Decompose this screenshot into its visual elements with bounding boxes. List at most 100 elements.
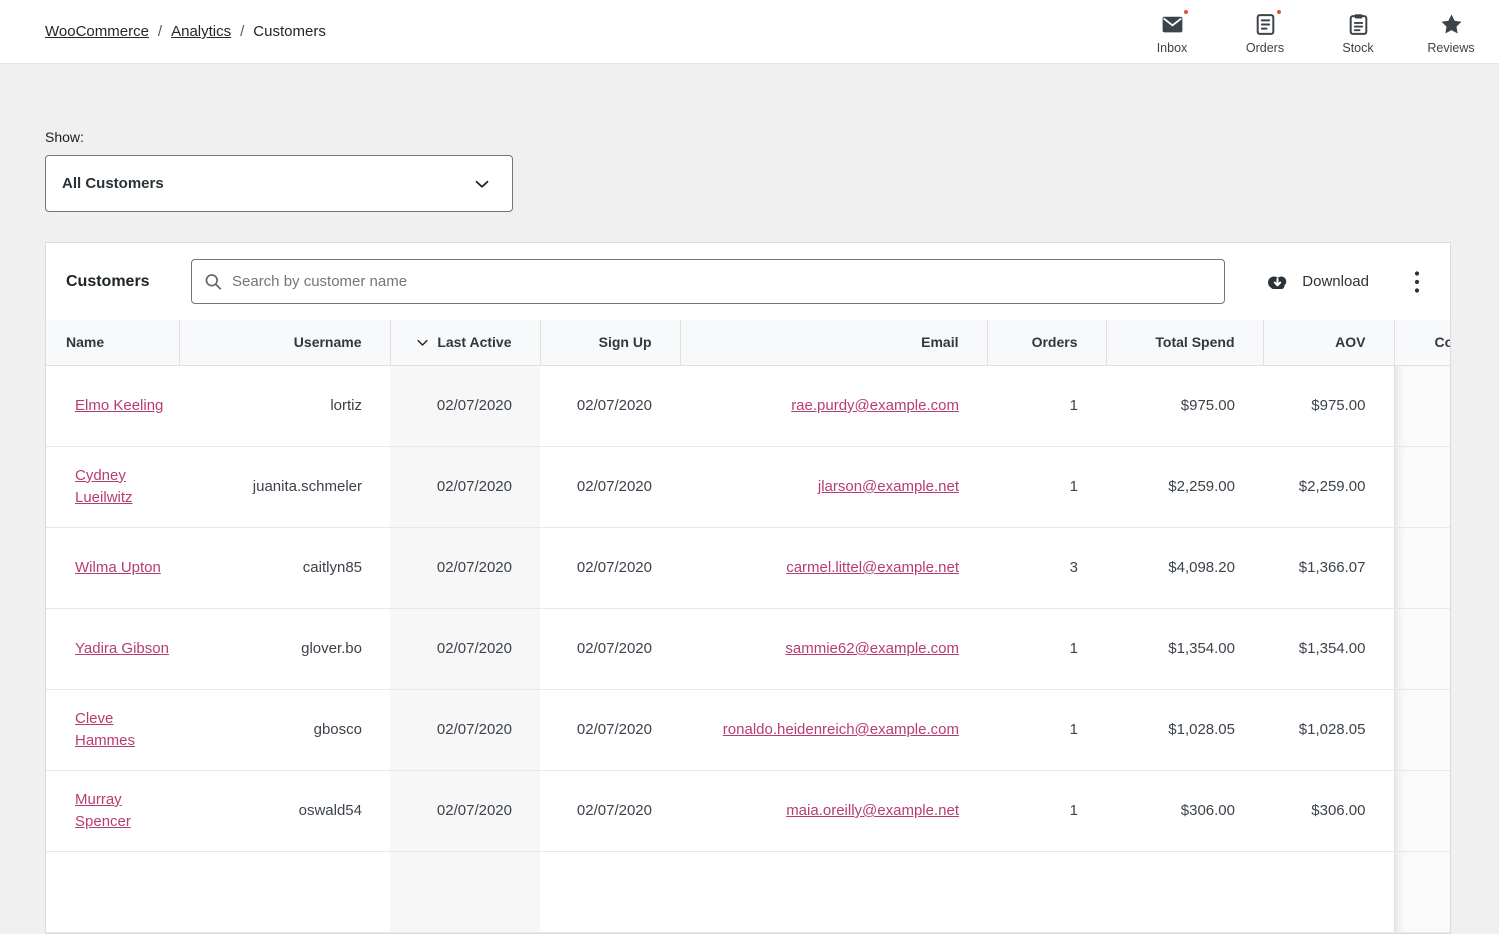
cloud-download-icon: [1264, 271, 1291, 293]
last-active-cell: 02/07/2020: [390, 689, 540, 770]
orders-cell: 1: [987, 365, 1106, 446]
orders-cell: [987, 851, 1106, 932]
country-cell: [1394, 527, 1451, 608]
country-cell: [1394, 608, 1451, 689]
orders-icon: [1253, 11, 1278, 38]
total-spend-cell: $1,028.05: [1106, 689, 1263, 770]
aov-cell: $1,028.05: [1263, 689, 1394, 770]
customer-email-link[interactable]: sammie62@example.com: [785, 640, 959, 657]
username-cell: lortiz: [179, 365, 390, 446]
stock-button[interactable]: Stock: [1323, 5, 1393, 59]
breadcrumb: WooCommerce / Analytics / Customers: [45, 23, 326, 40]
customer-email-link[interactable]: rae.purdy@example.com: [791, 397, 959, 414]
column-header-name[interactable]: Name: [46, 320, 179, 365]
breadcrumb-separator: /: [240, 23, 244, 40]
inbox-label: Inbox: [1157, 41, 1188, 55]
email-cell: [680, 851, 987, 932]
column-header-total-spend[interactable]: Total Spend: [1106, 320, 1263, 365]
customer-name-link[interactable]: Murray Spencer: [75, 791, 131, 830]
customers-table-card: Customers: [45, 242, 1451, 934]
aov-cell: [1263, 851, 1394, 932]
column-header-sign-up[interactable]: Sign Up: [540, 320, 680, 365]
table-row: Wilma Uptoncaitlyn8502/07/202002/07/2020…: [46, 527, 1451, 608]
last-active-cell: 02/07/2020: [390, 365, 540, 446]
column-header-email[interactable]: Email: [680, 320, 987, 365]
customer-name-link[interactable]: Elmo Keeling: [75, 397, 163, 414]
aov-cell: $2,259.00: [1263, 446, 1394, 527]
table-row: Elmo Keelinglortiz02/07/202002/07/2020ra…: [46, 365, 1451, 446]
column-header-country[interactable]: Country: [1394, 320, 1451, 365]
table-row: [46, 851, 1451, 932]
breadcrumb-woocommerce-link[interactable]: WooCommerce: [45, 23, 149, 40]
customer-search: [191, 259, 1225, 304]
table-row: Yadira Gibsonglover.bo02/07/202002/07/20…: [46, 608, 1451, 689]
column-header-username[interactable]: Username: [179, 320, 390, 365]
name-cell: [46, 851, 179, 932]
total-spend-cell: $306.00: [1106, 770, 1263, 851]
username-cell: [179, 851, 390, 932]
sign-up-cell: 02/07/2020: [540, 689, 680, 770]
aov-cell: $1,354.00: [1263, 608, 1394, 689]
last-active-cell: 02/07/2020: [390, 770, 540, 851]
last-active-cell: 02/07/2020: [390, 527, 540, 608]
orders-cell: 1: [987, 608, 1106, 689]
reviews-icon: [1439, 11, 1464, 38]
sort-descending-icon: [415, 334, 430, 350]
inbox-icon: [1160, 11, 1185, 38]
table-row: Cleve Hammesgbosco02/07/202002/07/2020ro…: [46, 689, 1451, 770]
total-spend-cell: $975.00: [1106, 365, 1263, 446]
column-header-orders[interactable]: Orders: [987, 320, 1106, 365]
username-cell: glover.bo: [179, 608, 390, 689]
customer-email-link[interactable]: maia.oreilly@example.net: [786, 802, 959, 819]
username-cell: caitlyn85: [179, 527, 390, 608]
customers-table: NameUsernameLast ActiveSign UpEmailOrder…: [46, 320, 1451, 933]
column-header-last-active[interactable]: Last Active: [390, 320, 540, 365]
inbox-button[interactable]: Inbox: [1137, 5, 1207, 59]
customer-name-link[interactable]: Wilma Upton: [75, 559, 161, 576]
analytics-customers-page: Show: All Customers Customers: [0, 129, 1499, 934]
search-input[interactable]: [191, 259, 1225, 304]
username-cell: gbosco: [179, 689, 390, 770]
download-button[interactable]: Download: [1258, 270, 1375, 294]
customer-name-link[interactable]: Cydney Lueilwitz: [75, 467, 133, 506]
orders-button[interactable]: Orders: [1230, 5, 1300, 59]
stock-label: Stock: [1342, 41, 1373, 55]
customer-email-link[interactable]: ronaldo.heidenreich@example.com: [723, 721, 959, 738]
filter-selected-value: All Customers: [62, 175, 164, 192]
email-cell: carmel.littel@example.net: [680, 527, 987, 608]
last-active-cell: 02/07/2020: [390, 608, 540, 689]
notification-badge: [1182, 8, 1190, 16]
country-cell: [1394, 851, 1451, 932]
table-options-menu-button[interactable]: [1411, 265, 1423, 299]
reviews-button[interactable]: Reviews: [1416, 5, 1486, 59]
table-card-header: Customers: [46, 243, 1450, 320]
name-cell: Wilma Upton: [46, 527, 179, 608]
country-cell: [1394, 689, 1451, 770]
sign-up-cell: 02/07/2020: [540, 446, 680, 527]
name-cell: Cydney Lueilwitz: [46, 446, 179, 527]
customers-filter-dropdown[interactable]: All Customers: [45, 155, 513, 212]
sign-up-cell: 02/07/2020: [540, 608, 680, 689]
download-label: Download: [1302, 273, 1369, 290]
notification-badge: [1275, 8, 1283, 16]
total-spend-cell: $4,098.20: [1106, 527, 1263, 608]
email-cell: sammie62@example.com: [680, 608, 987, 689]
email-cell: jlarson@example.net: [680, 446, 987, 527]
username-cell: oswald54: [179, 770, 390, 851]
email-cell: maia.oreilly@example.net: [680, 770, 987, 851]
customer-name-link[interactable]: Cleve Hammes: [75, 710, 135, 749]
last-active-cell: [390, 851, 540, 932]
customer-email-link[interactable]: jlarson@example.net: [818, 478, 959, 495]
aov-cell: $1,366.07: [1263, 527, 1394, 608]
orders-cell: 1: [987, 689, 1106, 770]
orders-cell: 1: [987, 446, 1106, 527]
last-active-cell: 02/07/2020: [390, 446, 540, 527]
aov-cell: $975.00: [1263, 365, 1394, 446]
breadcrumb-analytics-link[interactable]: Analytics: [171, 23, 231, 40]
aov-cell: $306.00: [1263, 770, 1394, 851]
chevron-down-icon: [471, 173, 493, 195]
column-header-aov[interactable]: AOV: [1263, 320, 1394, 365]
customer-email-link[interactable]: carmel.littel@example.net: [786, 559, 959, 576]
email-cell: rae.purdy@example.com: [680, 365, 987, 446]
customer-name-link[interactable]: Yadira Gibson: [75, 640, 169, 657]
